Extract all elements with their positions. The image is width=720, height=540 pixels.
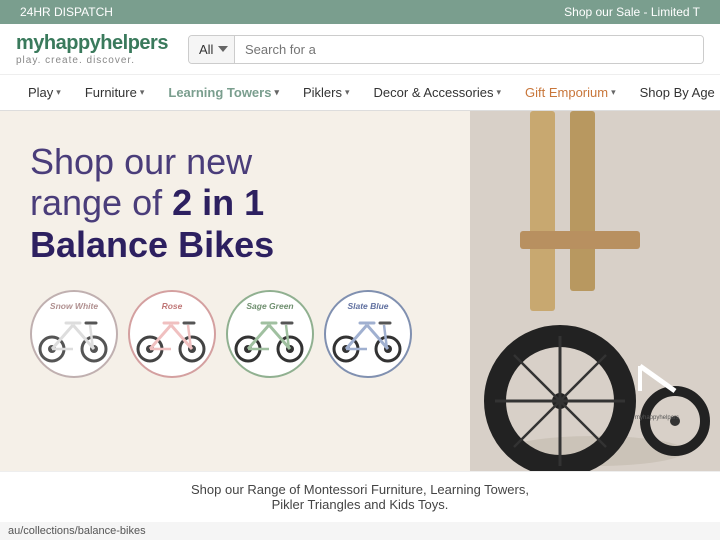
main-nav: Play ▾ Furniture ▾ Learning Towers ▾ Pik… bbox=[0, 75, 720, 111]
bike-variant-sage-green[interactable]: Sage Green bbox=[226, 290, 314, 378]
banner-left: 24HR DISPATCH bbox=[20, 5, 113, 19]
footer-line1: Shop our Range of Montessori Furniture, … bbox=[10, 482, 710, 497]
bike-variant-snow-white[interactable]: Snow White bbox=[30, 290, 118, 378]
status-url: au/collections/balance-bikes bbox=[8, 525, 146, 537]
search-area: All bbox=[188, 35, 704, 64]
hero-scene-svg: myhappyhelpers bbox=[470, 111, 720, 471]
hero-left: Shop our newrange of 2 in 1Balance Bikes bbox=[0, 111, 470, 471]
nav-item-shop-by-age[interactable]: Shop By Age bbox=[628, 75, 720, 110]
header: myhappyhelpers play. create. discover. A… bbox=[0, 24, 720, 75]
nav-item-play[interactable]: Play ▾ bbox=[16, 75, 73, 110]
nav-item-piklers[interactable]: Piklers ▾ bbox=[291, 75, 362, 110]
logo-tagline: play. create. discover. bbox=[16, 55, 176, 66]
hero-section: Shop our newrange of 2 in 1Balance Bikes bbox=[0, 111, 720, 471]
logo-area[interactable]: myhappyhelpers play. create. discover. bbox=[16, 32, 176, 66]
hero-image-bg: myhappyhelpers bbox=[470, 111, 720, 471]
banner-right: Shop our Sale - Limited T bbox=[564, 5, 700, 19]
hero-product-image: myhappyhelpers bbox=[470, 111, 720, 471]
hero-headline: Shop our newrange of 2 in 1Balance Bikes bbox=[30, 141, 440, 265]
footer-line2: Pikler Triangles and Kids Toys. bbox=[10, 497, 710, 512]
status-bar: au/collections/balance-bikes bbox=[0, 522, 720, 540]
chevron-icon: ▾ bbox=[496, 87, 501, 98]
search-input[interactable] bbox=[235, 36, 703, 63]
bike-variant-rose[interactable]: Rose bbox=[128, 290, 216, 378]
hero-text-bold1: 2 in 1 bbox=[172, 182, 264, 223]
chevron-icon: ▾ bbox=[140, 87, 145, 98]
logo-text: myhappyhelpers bbox=[16, 32, 176, 55]
bike-circle-rose: Rose bbox=[128, 290, 216, 378]
bike-variant-slate-blue[interactable]: Slate Blue bbox=[324, 290, 412, 378]
bike-circle-snow-white: Snow White bbox=[30, 290, 118, 378]
hero-text-bold2: Balance Bikes bbox=[30, 224, 274, 265]
chevron-icon: ▾ bbox=[274, 87, 279, 98]
bike-variants: Snow White bbox=[30, 290, 440, 378]
nav-item-learning-towers[interactable]: Learning Towers ▾ bbox=[156, 75, 291, 110]
chevron-icon: ▾ bbox=[56, 87, 61, 98]
chevron-icon: ▾ bbox=[611, 87, 616, 98]
svg-text:myhappyhelpers: myhappyhelpers bbox=[635, 415, 679, 421]
nav-item-decor[interactable]: Decor & Accessories ▾ bbox=[362, 75, 513, 110]
nav-item-furniture[interactable]: Furniture ▾ bbox=[73, 75, 157, 110]
nav-item-gift-emporium[interactable]: Gift Emporium ▾ bbox=[513, 75, 628, 110]
bike-circle-slate-blue: Slate Blue bbox=[324, 290, 412, 378]
top-banner: 24HR DISPATCH Shop our Sale - Limited T bbox=[0, 0, 720, 24]
search-category-select[interactable]: All bbox=[189, 36, 235, 63]
bike-circle-sage-green: Sage Green bbox=[226, 290, 314, 378]
footer-strip: Shop our Range of Montessori Furniture, … bbox=[0, 471, 720, 522]
chevron-icon: ▾ bbox=[345, 87, 350, 98]
